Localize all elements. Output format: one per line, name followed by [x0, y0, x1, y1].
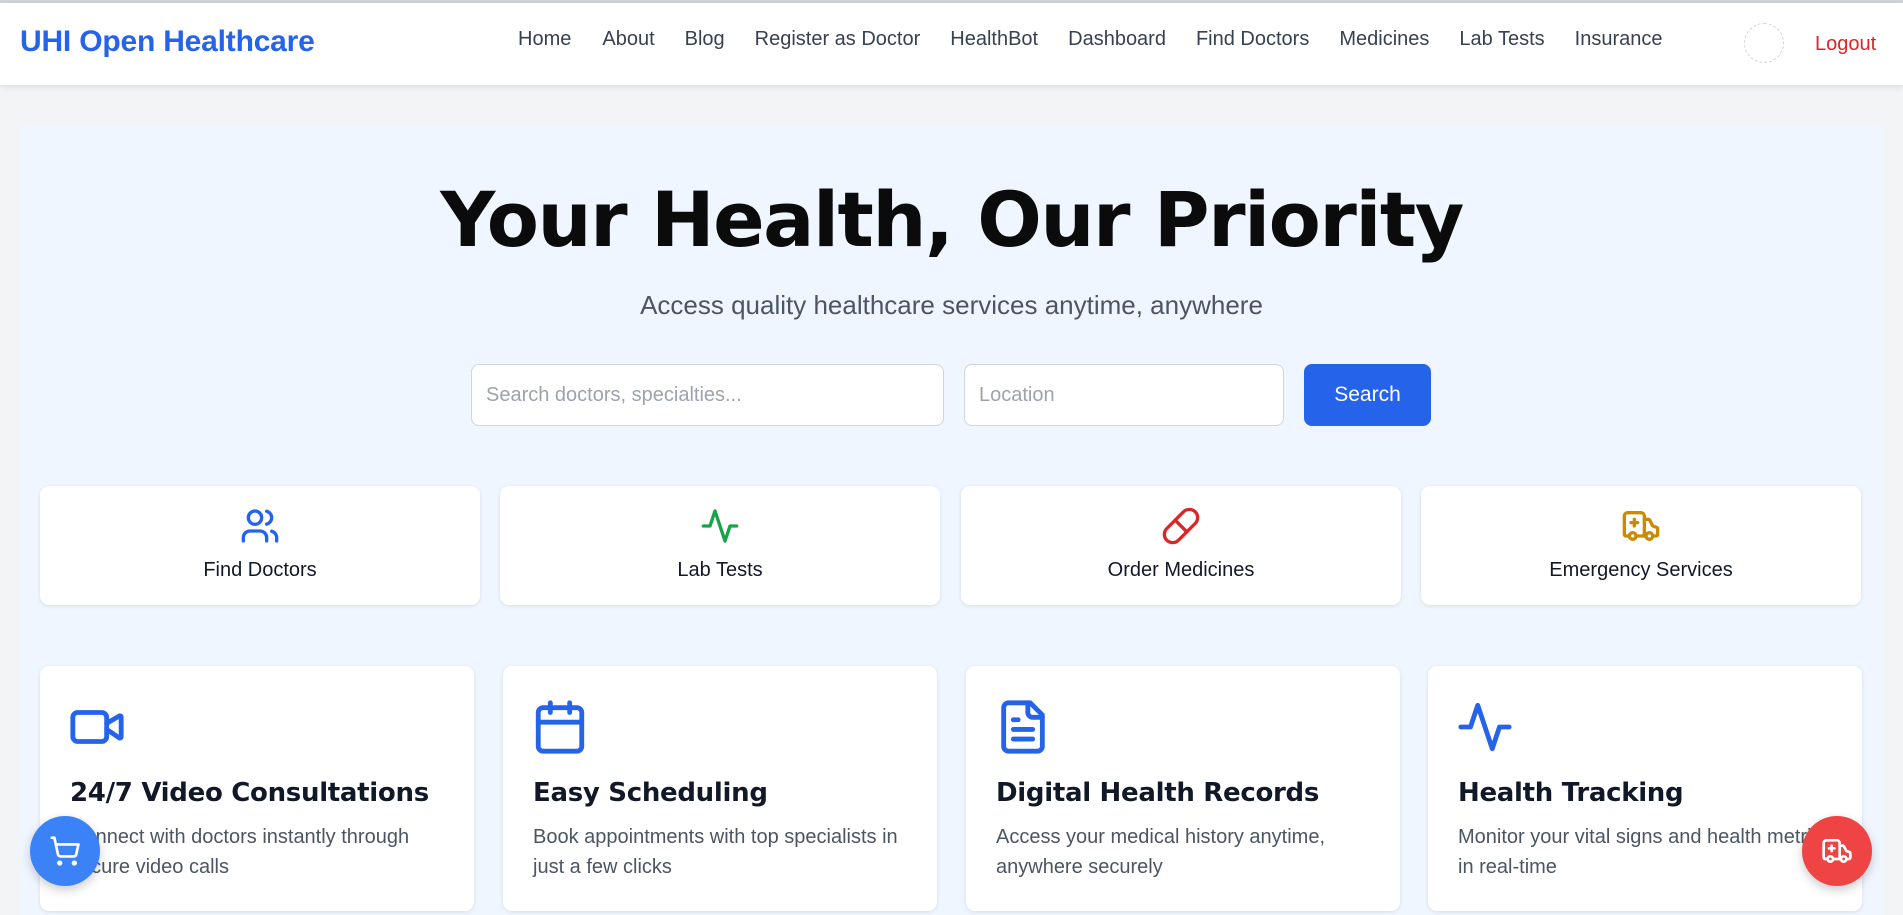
quick-action-emergency[interactable]: Emergency Services [1421, 486, 1861, 605]
nav-register-doctor[interactable]: Register as Doctor [755, 28, 921, 51]
ambulance-icon [1822, 839, 1852, 863]
nav-insurance[interactable]: Insurance [1575, 28, 1663, 51]
logout-button[interactable]: Logout [1815, 33, 1876, 56]
calendar-icon [535, 700, 585, 754]
feature-card-scheduling: Easy Scheduling Book appointments with t… [503, 666, 937, 911]
nav-lab-tests[interactable]: Lab Tests [1459, 28, 1544, 51]
feature-card-records: Digital Health Records Access your medic… [966, 666, 1400, 911]
feature-card-tracking: Health Tracking Monitor your vital signs… [1428, 666, 1862, 911]
quick-action-find-doctors[interactable]: Find Doctors [40, 486, 480, 605]
activity-icon [1458, 702, 1512, 752]
quick-action-label: Find Doctors [203, 559, 317, 581]
video-icon [70, 710, 124, 744]
feature-description: Book appointments with top specialists i… [533, 826, 898, 878]
file-text-icon [1001, 700, 1045, 754]
feature-title: 24/7 Video Consultations [70, 778, 429, 808]
navbar: UHI Open Healthcare Home About Blog Regi… [0, 3, 1903, 85]
emergency-button[interactable] [1802, 816, 1872, 886]
location-input[interactable] [964, 364, 1284, 426]
quick-action-order-medicines[interactable]: Order Medicines [961, 486, 1401, 605]
feature-description: Connect with doctors instantly through s… [70, 826, 410, 878]
hero-subtitle: Access quality healthcare services anyti… [640, 290, 1263, 320]
nav-medicines[interactable]: Medicines [1339, 28, 1429, 51]
nav-healthbot[interactable]: HealthBot [950, 28, 1038, 51]
hero-title: Your Health, Our Priority [440, 175, 1464, 264]
search-button[interactable]: Search [1304, 364, 1431, 426]
nav-blog[interactable]: Blog [685, 28, 725, 51]
cart-button[interactable] [30, 816, 100, 886]
feature-title: Health Tracking [1458, 778, 1684, 808]
ambulance-icon [1622, 510, 1660, 541]
quick-action-label: Emergency Services [1549, 559, 1733, 581]
nav-find-doctors[interactable]: Find Doctors [1196, 28, 1309, 51]
quick-action-lab-tests[interactable]: Lab Tests [500, 486, 940, 605]
nav-home[interactable]: Home [518, 28, 571, 51]
feature-title: Digital Health Records [996, 778, 1320, 808]
pill-icon [1162, 507, 1200, 545]
users-icon [241, 509, 279, 543]
brand-logo[interactable]: UHI Open Healthcare [20, 25, 315, 59]
activity-icon [701, 509, 739, 543]
feature-title: Easy Scheduling [533, 778, 768, 808]
shopping-cart-icon [50, 836, 80, 866]
nav-dashboard[interactable]: Dashboard [1068, 28, 1166, 51]
quick-action-label: Lab Tests [677, 559, 763, 581]
nav-about[interactable]: About [602, 28, 654, 51]
feature-description: Access your medical history anytime, any… [996, 826, 1326, 878]
nav-links: Home About Blog Register as Doctor Healt… [518, 28, 1662, 51]
feature-description: Monitor your vital signs and health metr… [1458, 826, 1832, 878]
feature-card-video: 24/7 Video Consultations Connect with do… [40, 666, 474, 911]
user-avatar[interactable] [1744, 23, 1784, 63]
search-input[interactable] [471, 364, 944, 426]
quick-action-label: Order Medicines [1107, 559, 1255, 581]
